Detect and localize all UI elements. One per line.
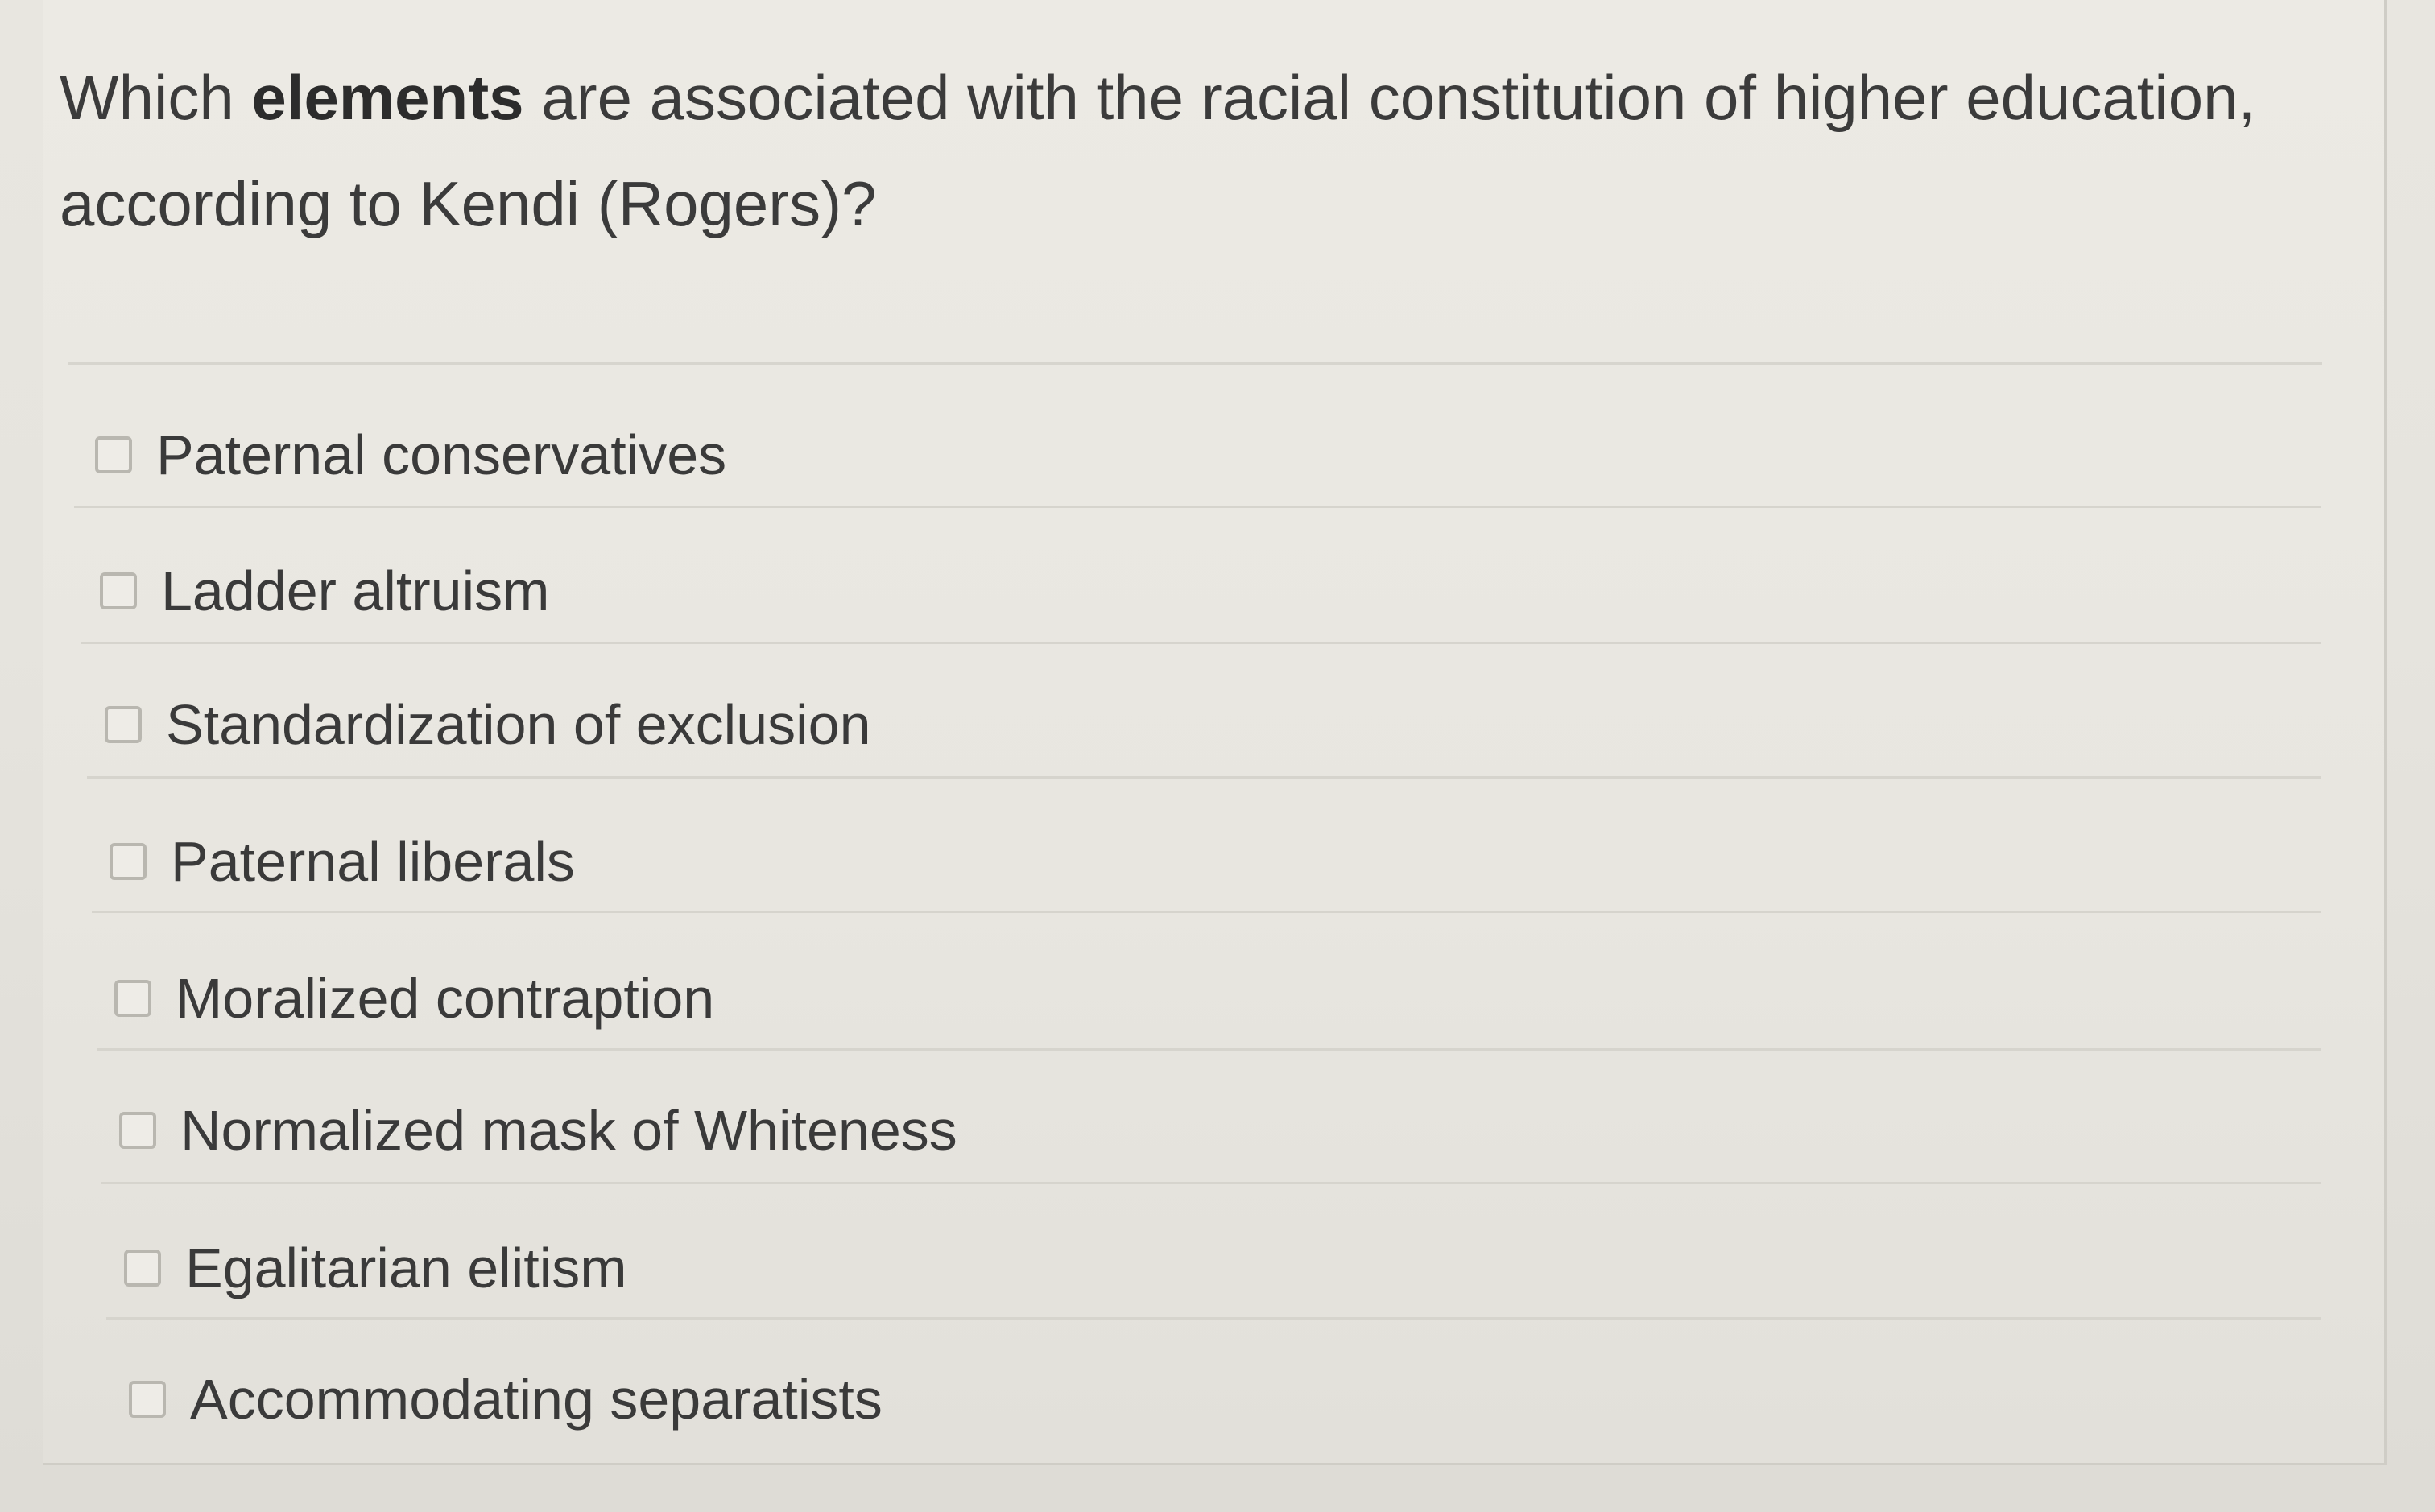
option-label: Egalitarian elitism	[185, 1237, 627, 1299]
option-divider	[92, 911, 2321, 913]
option-divider	[81, 642, 2321, 644]
option-divider	[106, 1317, 2321, 1320]
option-egalitarian-elitism[interactable]: Egalitarian elitism	[124, 1220, 627, 1316]
option-label: Paternal liberals	[171, 830, 575, 893]
checkbox[interactable]	[100, 572, 137, 609]
checkbox[interactable]	[114, 980, 151, 1017]
option-divider	[87, 776, 2321, 779]
option-ladder-altruism[interactable]: Ladder altruism	[100, 543, 549, 639]
option-label: Normalized mask of Whiteness	[180, 1099, 957, 1162]
checkbox[interactable]	[129, 1381, 166, 1418]
option-label: Accommodating separatists	[190, 1368, 883, 1431]
checkbox[interactable]	[110, 843, 147, 880]
option-label: Ladder altruism	[161, 560, 550, 622]
checkbox[interactable]	[95, 436, 132, 473]
option-label: Standardization of exclusion	[166, 693, 871, 756]
option-standardization-of-exclusion[interactable]: Standardization of exclusion	[105, 676, 871, 773]
option-accommodating-separatists[interactable]: Accommodating separatists	[129, 1351, 883, 1448]
option-divider	[74, 506, 2321, 508]
option-label: Paternal conservatives	[156, 423, 727, 486]
option-moralized-contraption[interactable]: Moralized contraption	[114, 950, 714, 1047]
checkbox[interactable]	[124, 1250, 161, 1287]
checkbox[interactable]	[119, 1112, 156, 1149]
option-divider	[97, 1048, 2321, 1051]
option-paternal-conservatives[interactable]: Paternal conservatives	[95, 407, 726, 503]
option-label: Moralized contraption	[176, 967, 715, 1030]
answer-options: Paternal conservatives Ladder altruism S…	[0, 0, 2435, 1512]
option-paternal-liberals[interactable]: Paternal liberals	[110, 813, 575, 910]
checkbox[interactable]	[105, 706, 142, 743]
screen-background: Which elements are associated with the r…	[0, 0, 2435, 1512]
option-divider	[101, 1182, 2321, 1184]
option-normalized-mask-of-whiteness[interactable]: Normalized mask of Whiteness	[119, 1082, 957, 1179]
